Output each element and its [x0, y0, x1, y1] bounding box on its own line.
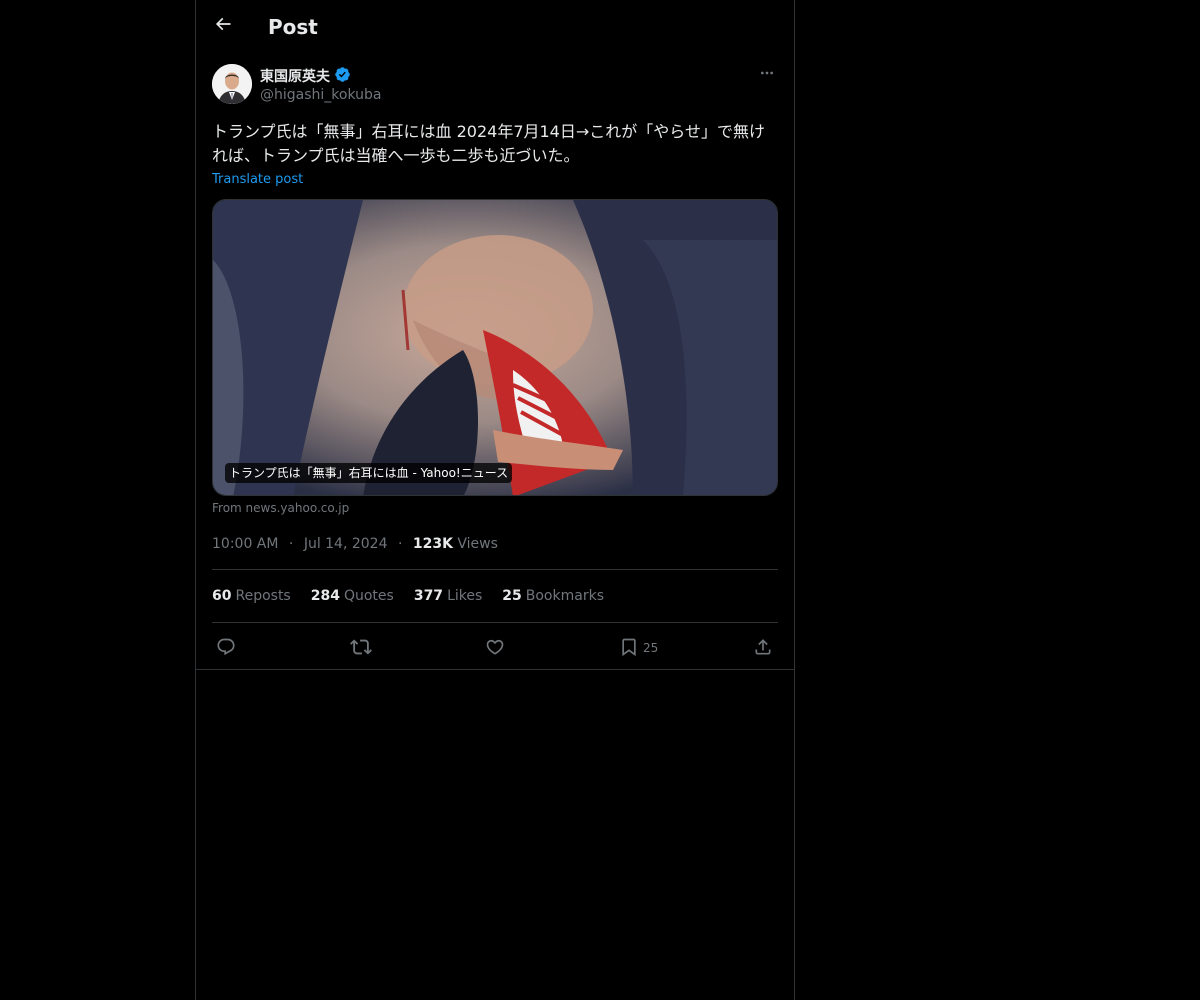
quotes-stat[interactable]: 284 Quotes	[311, 586, 394, 606]
arrow-left-icon	[213, 14, 233, 38]
link-card-caption: トランプ氏は「無事」右耳には血 - Yahoo!ニュース	[225, 463, 513, 483]
meta-separator: ·	[288, 536, 294, 552]
action-bar: 25	[212, 634, 778, 664]
author-handle[interactable]: @higashi_kokuba	[260, 86, 381, 104]
meta-separator: ·	[397, 536, 403, 552]
post-detail-column: Post 東国原英夫 @higashi_kokuba トランプ氏は「無事」右耳に…	[195, 0, 795, 1000]
back-button[interactable]	[208, 11, 238, 41]
more-options-button[interactable]	[756, 64, 778, 86]
reposts-stat[interactable]: 60 Reposts	[212, 586, 291, 606]
post-time[interactable]: 10:00 AM	[212, 536, 278, 552]
bookmark-count: 25	[643, 641, 659, 655]
heart-icon	[485, 637, 505, 660]
author-row: 東国原英夫 @higashi_kokuba	[212, 64, 778, 108]
likes-label: Likes	[447, 588, 483, 604]
post-text: トランプ氏は「無事」右耳には血 2024年7月14日→これが「やらせ」で無ければ…	[212, 122, 765, 165]
views-count: 123K	[412, 536, 453, 552]
post-meta: 10:00 AM · Jul 14, 2024 · 123K Views	[212, 534, 498, 554]
reposts-count: 60	[212, 588, 232, 604]
avatar[interactable]	[212, 64, 252, 104]
share-button[interactable]	[753, 636, 773, 660]
likes-stat[interactable]: 377 Likes	[414, 586, 482, 606]
news-photo	[213, 200, 777, 495]
more-horizontal-icon	[759, 65, 775, 85]
bookmarks-label: Bookmarks	[525, 588, 604, 604]
quotes-count: 284	[310, 588, 340, 604]
engagement-stats: 60 Reposts 284 Quotes 377 Likes 25 Bookmarks	[212, 586, 604, 606]
post-bottom-divider	[196, 669, 794, 670]
page-header: Post	[196, 0, 794, 53]
quotes-label: Quotes	[343, 588, 394, 604]
reply-button[interactable]	[216, 636, 236, 660]
divider	[212, 622, 778, 623]
post-date[interactable]: Jul 14, 2024	[304, 536, 388, 552]
page-title: Post	[268, 15, 318, 39]
translate-post-link[interactable]: Translate post	[212, 170, 303, 190]
share-icon	[753, 637, 773, 660]
link-card-image[interactable]: トランプ氏は「無事」右耳には血 - Yahoo!ニュース	[212, 199, 778, 496]
like-button[interactable]	[485, 636, 505, 660]
likes-count: 377	[413, 588, 444, 604]
divider	[212, 569, 778, 570]
reply-icon	[216, 637, 236, 660]
link-source[interactable]: From news.yahoo.co.jp	[212, 500, 349, 516]
verified-badge-icon	[334, 66, 351, 88]
repost-button[interactable]	[350, 636, 372, 660]
repost-icon	[350, 636, 372, 661]
bookmark-icon	[619, 637, 639, 660]
reposts-label: Reposts	[235, 588, 291, 604]
bookmarks-stat[interactable]: 25 Bookmarks	[502, 586, 604, 606]
bookmarks-count: 25	[502, 588, 522, 604]
bookmark-button[interactable]: 25	[619, 636, 658, 660]
views-label: Views	[457, 536, 498, 552]
author-name-text: 東国原英夫	[260, 69, 330, 85]
author-name[interactable]: 東国原英夫	[260, 66, 351, 88]
post: 東国原英夫 @higashi_kokuba トランプ氏は「無事」右耳には血 20…	[212, 64, 778, 656]
